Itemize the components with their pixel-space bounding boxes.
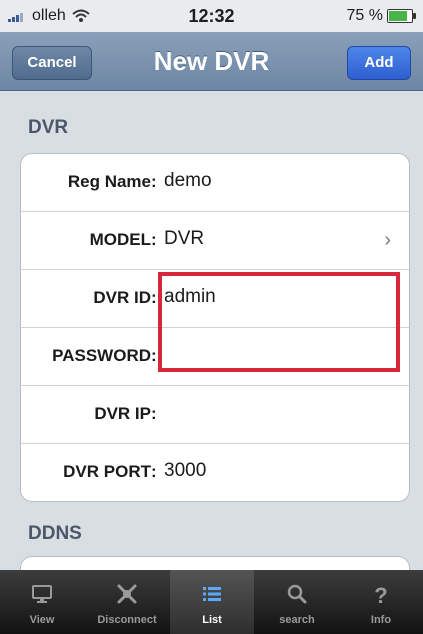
svg-text:?: ? bbox=[374, 583, 387, 606]
dvr-port-row[interactable]: DVR PORT : 3000 bbox=[21, 444, 409, 501]
dvr-port-field[interactable]: 3000 bbox=[164, 460, 206, 482]
disconnect-icon bbox=[117, 584, 137, 604]
info-icon: ? bbox=[374, 583, 387, 606]
tab-view-label: View bbox=[29, 614, 55, 626]
tab-list[interactable]: List bbox=[170, 570, 254, 634]
highlight-box bbox=[158, 272, 400, 372]
tab-search-label: search bbox=[279, 614, 315, 626]
dvr-id-colon: : bbox=[151, 288, 157, 307]
model-colon: : bbox=[151, 230, 157, 249]
status-bar: olleh 12:32 75 % bbox=[0, 0, 423, 32]
model-value[interactable]: DVR bbox=[164, 228, 204, 250]
dvr-ip-label: DVR IP bbox=[94, 404, 151, 423]
list-icon bbox=[203, 587, 221, 601]
dvr-ip-colon: : bbox=[151, 404, 157, 423]
tab-search[interactable]: search bbox=[255, 570, 339, 634]
tab-list-label: List bbox=[202, 614, 222, 626]
model-label: MODEL bbox=[89, 230, 151, 249]
battery-icon bbox=[387, 9, 416, 23]
tab-disconnect[interactable]: Disconnect bbox=[85, 570, 169, 634]
reg-name-field[interactable]: demo bbox=[164, 170, 212, 192]
search-icon bbox=[287, 584, 307, 604]
tab-disconnect-label: Disconnect bbox=[97, 614, 157, 626]
tab-view[interactable]: View bbox=[0, 570, 84, 634]
dvr-id-label: DVR ID bbox=[93, 288, 151, 307]
password-label: PASSWORD bbox=[52, 346, 151, 365]
model-row[interactable]: MODEL : DVR › bbox=[21, 212, 409, 270]
dvr-port-label: DVR PORT bbox=[63, 462, 151, 481]
dvr-port-colon: : bbox=[151, 462, 157, 481]
reg-name-row[interactable]: Reg Name : demo bbox=[21, 154, 409, 212]
battery-indicator: 75 % bbox=[346, 7, 416, 25]
tab-info[interactable]: ? Info bbox=[339, 570, 423, 634]
password-colon: : bbox=[151, 346, 157, 365]
dvr-ip-row[interactable]: DVR IP : bbox=[21, 386, 409, 444]
tab-info-label: Info bbox=[370, 614, 392, 626]
battery-percent: 75 % bbox=[346, 7, 383, 24]
tab-bar: View Disconnect List search ? Info bbox=[0, 570, 423, 634]
navigation-bar: Cancel New DVR Add bbox=[0, 32, 423, 91]
monitor-icon bbox=[32, 585, 52, 603]
section-header-ddns: DDNS bbox=[28, 523, 82, 544]
reg-name-label: Reg Name bbox=[67, 172, 151, 191]
section-header-dvr: DVR bbox=[28, 117, 69, 138]
chevron-right-icon[interactable]: › bbox=[384, 229, 391, 252]
reg-name-colon: : bbox=[151, 172, 157, 191]
add-button[interactable]: Add bbox=[347, 46, 411, 80]
